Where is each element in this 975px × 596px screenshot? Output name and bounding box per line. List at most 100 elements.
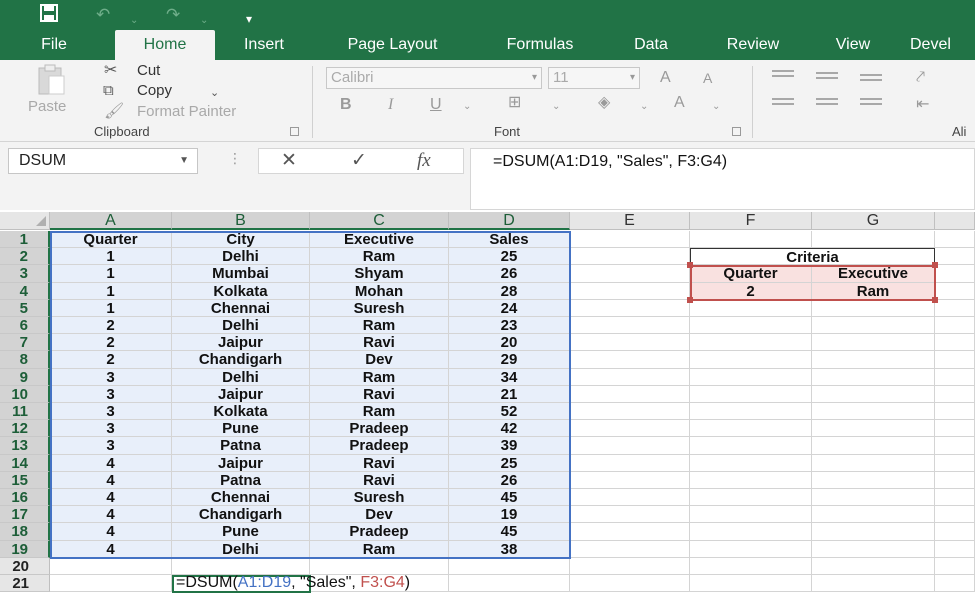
grid-cell[interactable] [812, 420, 935, 438]
font-name-select[interactable]: Calibri ▾ [326, 67, 542, 89]
cell-b21-formula[interactable]: =DSUM(A1:D19, "Sales", F3:G4) [176, 574, 410, 592]
column-header-overflow[interactable] [935, 212, 975, 230]
column-header-f[interactable]: F [690, 212, 812, 230]
row-header-10[interactable]: 10 [0, 385, 50, 403]
table-cell[interactable]: 2 [50, 351, 172, 369]
grid-cell[interactable] [812, 575, 935, 593]
table-cell[interactable]: Pune [172, 523, 310, 541]
grid-cell[interactable] [690, 403, 812, 421]
grid-cell[interactable] [935, 471, 975, 489]
grid-cell[interactable] [570, 506, 690, 524]
borders-icon[interactable]: ⊞ [508, 94, 521, 112]
row-header-2[interactable]: 2 [0, 248, 50, 266]
grid-cell[interactable] [812, 334, 935, 352]
row-header-16[interactable]: 16 [0, 489, 50, 507]
table-cell[interactable]: 25 [449, 454, 570, 472]
table-cell[interactable]: 38 [449, 540, 570, 558]
tab-file[interactable]: File [24, 30, 84, 60]
undo-icon[interactable]: ↶ [96, 4, 110, 26]
redo-icon[interactable]: ↷ [166, 4, 180, 26]
grid-cell[interactable] [50, 575, 172, 593]
grid-cell[interactable] [570, 248, 690, 266]
table-cell[interactable]: Pradeep [310, 420, 449, 438]
table-cell[interactable]: Shyam [310, 265, 449, 283]
row-header-1[interactable]: 1 [0, 231, 50, 249]
grid-cell[interactable] [690, 523, 812, 541]
table-cell[interactable]: Chandigarh [172, 506, 310, 524]
tab-view[interactable]: View [818, 30, 888, 60]
row-header-9[interactable]: 9 [0, 368, 50, 386]
grid-cell[interactable] [690, 317, 812, 335]
table-cell[interactable]: 2 [50, 317, 172, 335]
table-cell[interactable]: Patna [172, 471, 310, 489]
grid-cell[interactable] [570, 489, 690, 507]
font-dialog-launcher-icon[interactable] [732, 127, 741, 136]
table-cell[interactable]: 39 [449, 437, 570, 455]
grid-cell[interactable] [812, 299, 935, 317]
cut-button[interactable]: Cut [137, 62, 160, 79]
grid-cell[interactable] [570, 454, 690, 472]
grid-cell[interactable] [690, 368, 812, 386]
align-right-icon[interactable] [860, 98, 882, 112]
grid-cell[interactable] [935, 420, 975, 438]
row-header-5[interactable]: 5 [0, 299, 50, 317]
tab-review[interactable]: Review [708, 30, 798, 60]
table-cell[interactable]: 4 [50, 506, 172, 524]
table-cell[interactable]: 21 [449, 385, 570, 403]
grid-cell[interactable] [935, 540, 975, 558]
table-cell[interactable]: Delhi [172, 540, 310, 558]
row-header-4[interactable]: 4 [0, 282, 50, 300]
grid-cell[interactable] [935, 282, 975, 300]
grid-cell[interactable] [935, 248, 975, 266]
range-handle[interactable] [687, 262, 693, 269]
grid-cell[interactable] [690, 334, 812, 352]
table-cell[interactable]: 25 [449, 248, 570, 266]
table-cell[interactable]: Ram [310, 317, 449, 335]
cancel-icon[interactable]: ✕ [281, 149, 297, 173]
table-cell[interactable]: Ravi [310, 334, 449, 352]
grid-cell[interactable] [449, 575, 570, 593]
bottom-align-icon[interactable] [860, 74, 882, 88]
grid-cell[interactable] [310, 557, 449, 575]
grid-cell[interactable] [935, 317, 975, 335]
range-handle[interactable] [687, 296, 693, 303]
row-header-14[interactable]: 14 [0, 454, 50, 472]
grid-cell[interactable] [935, 523, 975, 541]
grid-cell[interactable] [570, 368, 690, 386]
column-header-c[interactable]: C [310, 212, 449, 230]
orientation-icon[interactable]: ⤤ [916, 69, 925, 87]
grid-cell[interactable] [690, 437, 812, 455]
criteria-header-cell[interactable]: Executive [812, 265, 935, 283]
formula-input[interactable]: =DSUM(A1:D19, "Sales", F3:G4) [470, 148, 975, 210]
grid-cell[interactable] [690, 471, 812, 489]
copy-dropdown-icon[interactable]: ⌄ [210, 84, 219, 102]
grid-cell[interactable] [935, 437, 975, 455]
table-cell[interactable]: Suresh [310, 299, 449, 317]
align-left-icon[interactable] [772, 98, 794, 112]
name-box[interactable]: DSUM ▼ [8, 148, 198, 174]
fill-color-icon[interactable]: ◈ [598, 94, 610, 112]
tab-insert[interactable]: Insert [228, 30, 300, 60]
grid-cell[interactable] [812, 385, 935, 403]
grid-cell[interactable] [690, 557, 812, 575]
insert-function-icon[interactable]: fx [417, 149, 431, 173]
grid-cell[interactable] [935, 368, 975, 386]
table-cell[interactable]: 4 [50, 540, 172, 558]
grid-cell[interactable] [812, 368, 935, 386]
grid-cell[interactable] [690, 575, 812, 593]
table-header-cell[interactable]: Quarter [50, 231, 172, 249]
grow-font-icon[interactable]: A [660, 69, 671, 87]
underline-button[interactable]: U [430, 96, 442, 114]
row-header-18[interactable]: 18 [0, 523, 50, 541]
grid-cell[interactable] [690, 506, 812, 524]
grid-cell[interactable] [570, 471, 690, 489]
table-cell[interactable]: 34 [449, 368, 570, 386]
criteria-title-cell[interactable]: Criteria [690, 248, 935, 266]
grid-cell[interactable] [812, 540, 935, 558]
customize-icon[interactable]: ▾ [246, 8, 252, 30]
table-cell[interactable]: Ravi [310, 471, 449, 489]
grid-cell[interactable] [812, 454, 935, 472]
borders-dropdown-icon[interactable]: ⌄ [552, 98, 560, 116]
grid-cell[interactable] [812, 471, 935, 489]
row-header-7[interactable]: 7 [0, 334, 50, 352]
